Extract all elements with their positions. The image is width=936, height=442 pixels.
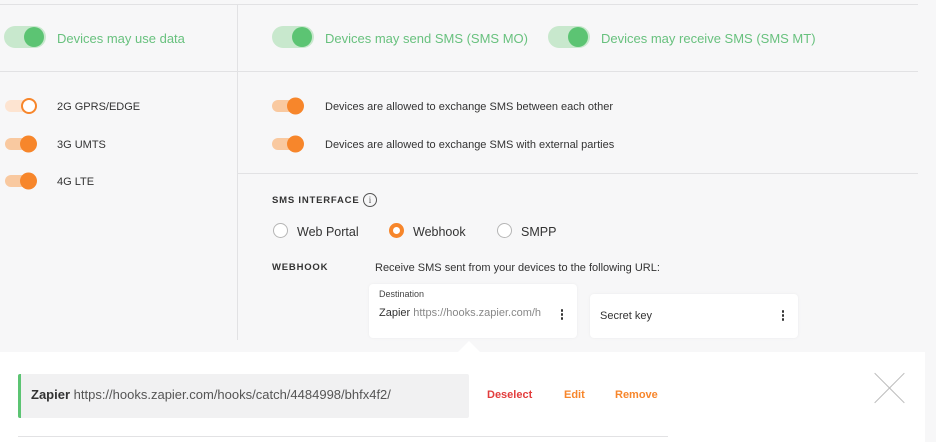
toggle-sms-between-devices[interactable] <box>272 97 304 115</box>
destination-url: https://hooks.zapier.com/h <box>413 307 542 319</box>
toggle-receive-sms[interactable] <box>548 25 590 49</box>
network-2g-label: 2G GPRS/EDGE <box>57 101 141 113</box>
radio-webhook-label: Webhook <box>413 225 466 239</box>
webhook-description: Receive SMS sent from your devices to th… <box>375 262 660 274</box>
network-3g-label: 3G UMTS <box>57 139 106 151</box>
toggle-sms-external[interactable] <box>272 135 304 153</box>
toggle-3g[interactable] <box>5 135 37 153</box>
edit-button[interactable]: Edit <box>564 389 585 401</box>
destination-value: Zapier https://hooks.zapier.com/h <box>379 307 554 319</box>
toggle-use-data[interactable] <box>4 25 46 49</box>
selected-destination-name: Zapier <box>31 387 71 402</box>
divider-sms-section <box>238 173 918 174</box>
dropdown-bottom-divider <box>18 436 668 437</box>
destination-name: Zapier <box>379 307 411 319</box>
destination-label: Destination <box>379 289 425 299</box>
divider-top-row <box>0 71 918 72</box>
selected-destination-url: https://hooks.zapier.com/hooks/catch/448… <box>73 387 391 402</box>
secret-key-field[interactable]: Secret key <box>590 294 798 338</box>
close-icon[interactable] <box>874 372 906 404</box>
info-icon[interactable]: i <box>363 193 377 207</box>
remove-button[interactable]: Remove <box>615 389 658 401</box>
toggle-4g[interactable] <box>5 172 37 190</box>
use-data-label: Devices may use data <box>57 31 185 46</box>
send-sms-label: Devices may send SMS (SMS MO) <box>325 31 528 46</box>
toggle-send-sms[interactable] <box>272 25 314 49</box>
secret-key-label: Secret key <box>600 310 652 322</box>
deselect-button[interactable]: Deselect <box>487 389 532 401</box>
top-border <box>0 4 918 5</box>
sms-between-devices-label: Devices are allowed to exchange SMS betw… <box>325 101 614 113</box>
toggle-2g[interactable] <box>5 97 37 115</box>
radio-smpp-label: SMPP <box>521 225 557 239</box>
sms-interface-title: SMS INTERFACE <box>272 195 360 206</box>
destination-field[interactable]: Destination Zapier https://hooks.zapier.… <box>369 284 577 338</box>
radio-web-portal-label: Web Portal <box>297 225 359 239</box>
divider-vertical <box>237 4 238 340</box>
webhook-title: WEBHOOK <box>272 262 329 273</box>
radio-webhook[interactable] <box>389 223 404 238</box>
secret-key-menu-icon[interactable] <box>780 310 786 322</box>
destination-menu-icon[interactable] <box>559 309 565 321</box>
selected-destination[interactable]: Zapier https://hooks.zapier.com/hooks/ca… <box>18 374 469 418</box>
radio-smpp[interactable] <box>497 223 512 238</box>
selected-destination-text: Zapier https://hooks.zapier.com/hooks/ca… <box>31 387 391 402</box>
network-4g-label: 4G LTE <box>57 176 95 188</box>
radio-web-portal[interactable] <box>273 223 288 238</box>
receive-sms-label: Devices may receive SMS (SMS MT) <box>601 31 816 46</box>
sms-external-label: Devices are allowed to exchange SMS with… <box>325 139 615 151</box>
